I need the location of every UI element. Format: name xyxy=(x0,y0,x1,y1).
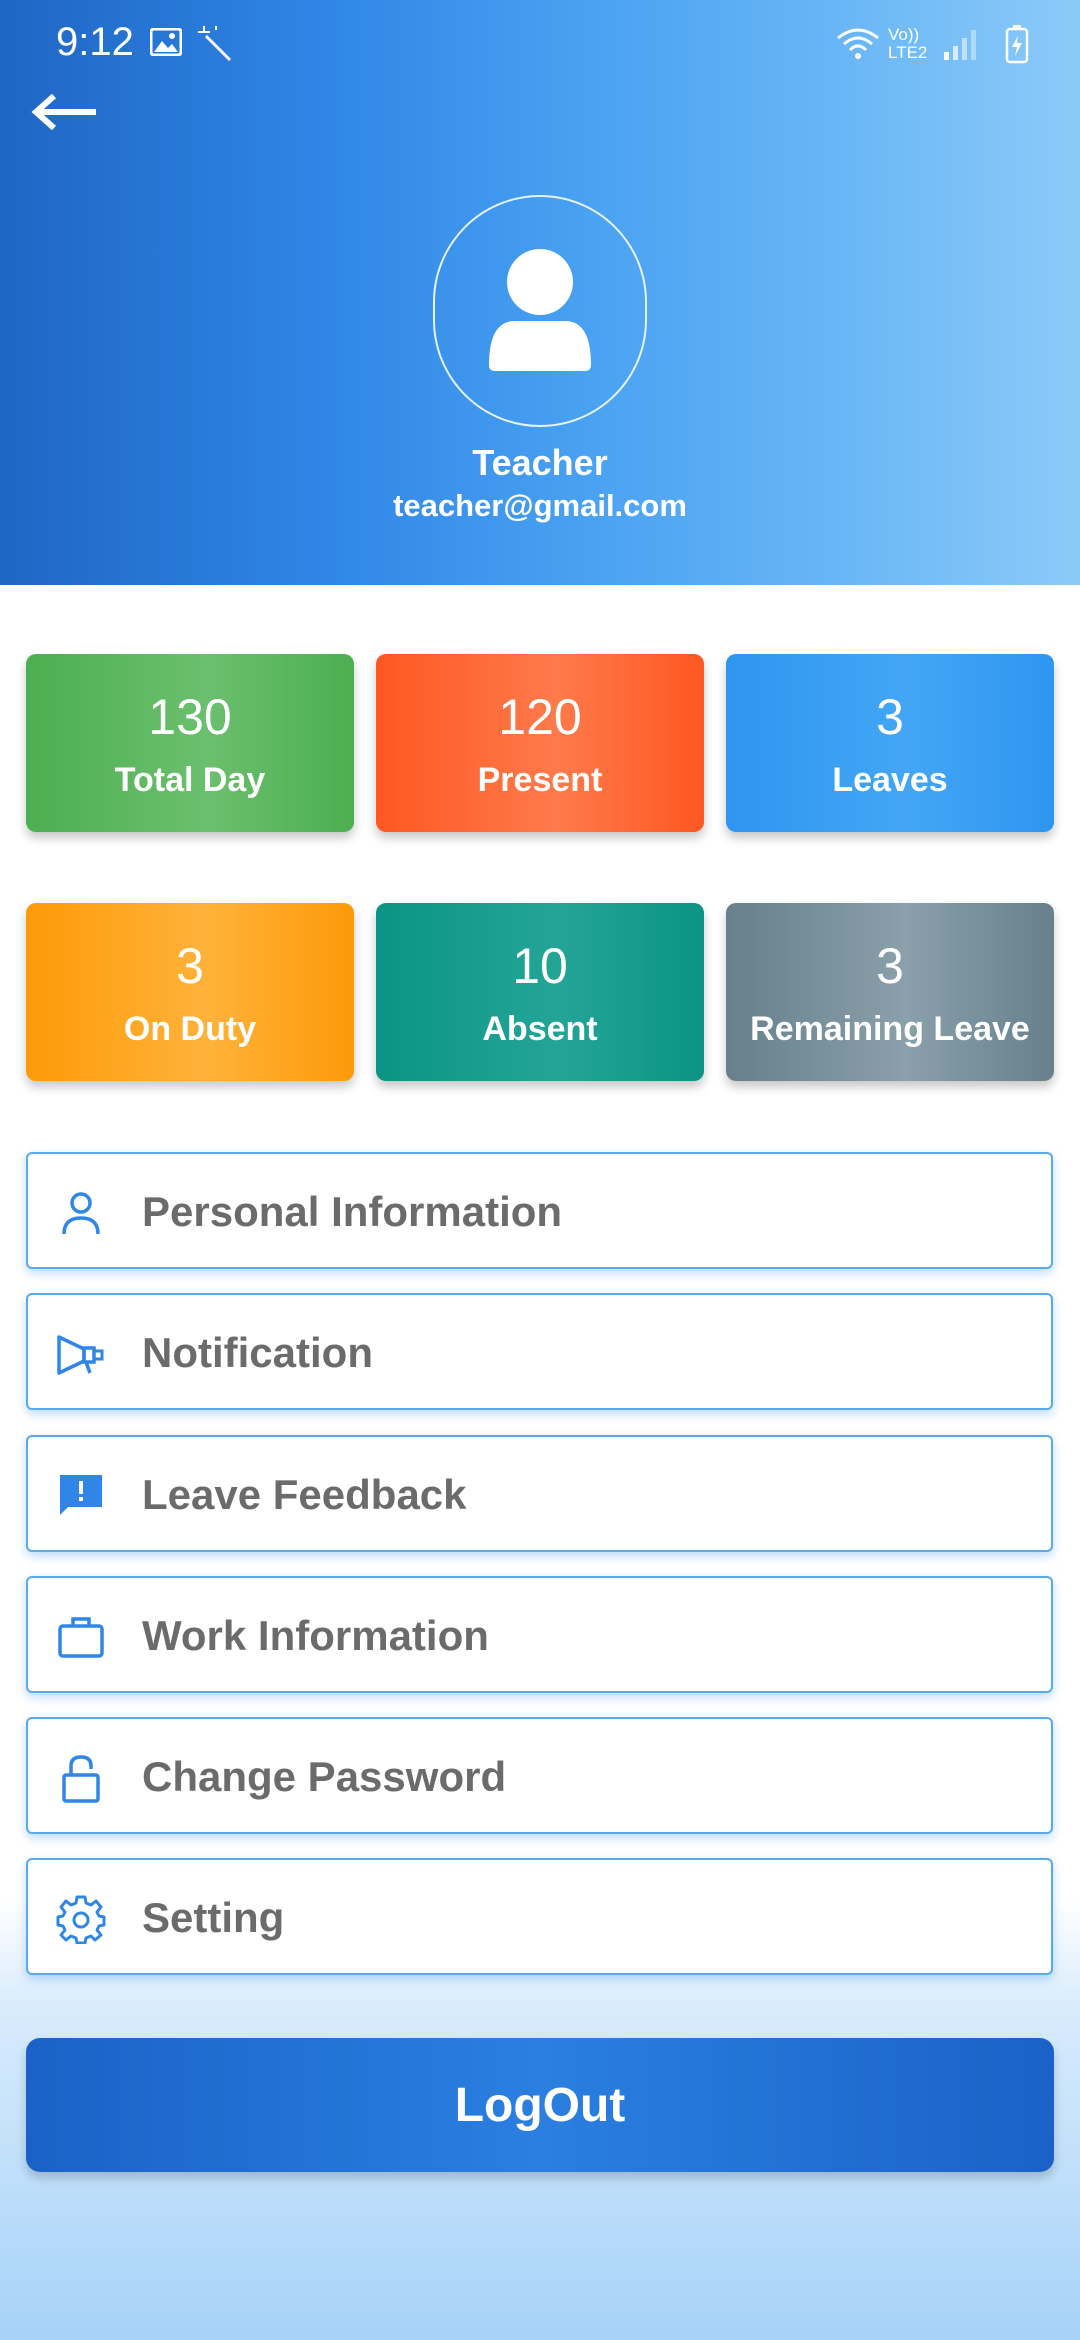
stat-card-remaining-leave[interactable]: 3 Remaining Leave xyxy=(726,903,1054,1081)
signal-icon xyxy=(944,30,976,60)
stat-card-on-duty[interactable]: 3 On Duty xyxy=(26,903,354,1081)
stat-label: On Duty xyxy=(123,1010,257,1048)
stat-value: 3 xyxy=(876,689,904,745)
stat-label: Total Day xyxy=(114,761,266,799)
menu-personal-information[interactable]: Personal Information xyxy=(26,1152,1053,1269)
menu-label: Change Password xyxy=(142,1753,507,1800)
menu-label: Personal Information xyxy=(142,1188,563,1235)
stat-card-present[interactable]: 120 Present xyxy=(376,654,704,832)
network-type: Vo)) LTE2 xyxy=(888,25,928,62)
stat-value: 3 xyxy=(176,938,204,994)
menu-leave-feedback[interactable]: Leave Feedback xyxy=(26,1435,1053,1552)
profile-header: 9:12 Vo)) LTE2 Teacher teacher@gmail.com xyxy=(0,0,1080,585)
status-time: 9:12 xyxy=(56,20,134,64)
person-icon xyxy=(62,1192,100,1235)
battery-charging-icon xyxy=(1005,25,1029,64)
menu-label: Notification xyxy=(142,1329,373,1376)
stat-label: Leaves xyxy=(832,761,948,799)
stat-label: Remaining Leave xyxy=(750,1010,1030,1048)
stat-label: Absent xyxy=(482,1010,598,1048)
person-avatar-icon xyxy=(489,249,591,371)
menu-label: Work Information xyxy=(142,1612,489,1659)
stat-value: 10 xyxy=(512,938,568,994)
stat-card-absent[interactable]: 10 Absent xyxy=(376,903,704,1081)
stat-card-total-day[interactable]: 130 Total Day xyxy=(26,654,354,832)
stat-value: 120 xyxy=(498,689,582,745)
briefcase-icon xyxy=(58,1617,104,1658)
stat-value: 130 xyxy=(148,689,232,745)
wifi-icon xyxy=(837,28,879,59)
lock-icon xyxy=(62,1755,100,1803)
back-arrow-icon[interactable] xyxy=(30,90,102,134)
profile-email: teacher@gmail.com xyxy=(393,488,687,523)
image-notification-icon xyxy=(150,28,182,56)
menu-label: Leave Feedback xyxy=(142,1471,467,1518)
avatar[interactable] xyxy=(433,195,647,427)
menu-work-information[interactable]: Work Information xyxy=(26,1576,1053,1693)
feedback-icon xyxy=(60,1475,102,1515)
magic-wand-icon xyxy=(198,26,232,62)
stat-label: Present xyxy=(477,761,603,799)
menu-setting[interactable]: Setting xyxy=(26,1858,1053,1975)
status-indicators: Vo)) LTE2 xyxy=(836,22,1030,66)
menu-label: Setting xyxy=(142,1894,285,1941)
gear-icon xyxy=(56,1895,106,1944)
logout-button[interactable]: LogOut xyxy=(26,2038,1054,2172)
stat-value: 3 xyxy=(876,938,904,994)
profile-name: Teacher xyxy=(472,442,608,483)
megaphone-icon xyxy=(57,1335,104,1375)
status-bar: 9:12 Vo)) LTE2 xyxy=(0,0,1080,90)
menu-change-password[interactable]: Change Password xyxy=(26,1717,1053,1834)
stat-card-leaves[interactable]: 3 Leaves xyxy=(726,654,1054,832)
menu-notification[interactable]: Notification xyxy=(26,1293,1053,1410)
